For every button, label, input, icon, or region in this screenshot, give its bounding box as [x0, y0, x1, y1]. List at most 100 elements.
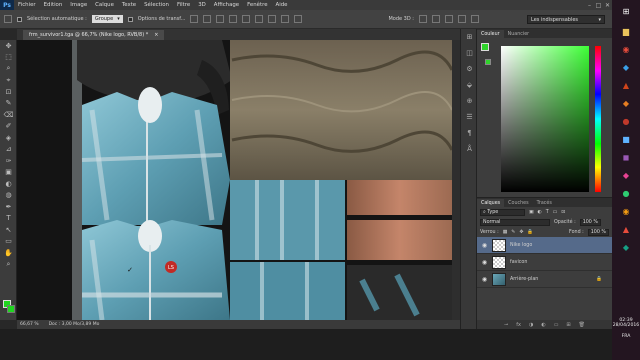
quick-select-tool-icon[interactable]: ⌖	[0, 75, 17, 87]
app-icon[interactable]: ◆	[612, 58, 640, 76]
rotate-3d-icon[interactable]	[418, 15, 427, 23]
hand-tool-icon[interactable]: ✋	[0, 247, 17, 259]
menu-fenetre[interactable]: Fenêtre	[243, 2, 271, 8]
zoom-level[interactable]: 66,67 %	[20, 322, 39, 327]
dodge-tool-icon[interactable]: ◍	[0, 190, 17, 202]
tab-couches[interactable]: Couches	[504, 199, 532, 207]
mask-icon[interactable]: ◑	[529, 322, 533, 328]
layer-name[interactable]: Nike logo	[510, 243, 532, 248]
align-top-icon[interactable]	[190, 15, 199, 23]
align-middle-icon[interactable]	[203, 15, 212, 23]
layer-comps-icon[interactable]: ◫	[461, 45, 478, 61]
align-bottom-icon[interactable]	[216, 15, 225, 23]
distribute-icon[interactable]	[281, 15, 290, 23]
filter-adjust-icon[interactable]: ◐	[538, 210, 542, 215]
close-button[interactable]: ✕	[603, 1, 612, 10]
menu-image[interactable]: Image	[66, 2, 91, 8]
opacity-input[interactable]: 100 %	[579, 218, 601, 226]
marquee-tool-icon[interactable]: ⬚	[0, 52, 17, 64]
new-layer-icon[interactable]: ⊞	[566, 322, 570, 328]
link-layers-icon[interactable]: ⊸	[504, 322, 508, 328]
history-brush-tool-icon[interactable]: ⊿	[0, 144, 17, 156]
distribute-icon[interactable]	[294, 15, 303, 23]
shape-tool-icon[interactable]: ▭	[0, 236, 17, 248]
filter-type-icon[interactable]: T	[546, 210, 549, 215]
background-color-chip[interactable]	[485, 59, 491, 65]
layer-row[interactable]: ◉ Arrière-plan 🔒	[477, 271, 612, 288]
eye-icon[interactable]: ◉	[481, 242, 488, 249]
layer-name[interactable]: favicon	[510, 260, 527, 265]
fill-input[interactable]: 100 %	[587, 228, 609, 236]
move-tool-icon[interactable]: ✥	[0, 40, 17, 52]
color-field[interactable]	[501, 46, 589, 192]
menu-aide[interactable]: Aide	[272, 2, 292, 8]
trash-icon[interactable]: 🗑	[579, 322, 585, 328]
app-icon[interactable]: ◉	[612, 202, 640, 220]
blend-mode-select[interactable]: Normal	[480, 218, 550, 226]
filter-smart-icon[interactable]: ⊡	[561, 210, 565, 215]
auto-select-checkbox[interactable]	[17, 16, 22, 22]
app-icon[interactable]: ●	[612, 184, 640, 202]
background-color-swatch[interactable]	[7, 305, 15, 313]
tab-couleur[interactable]: Couleur	[477, 30, 504, 38]
filter-pixel-icon[interactable]: ▣	[529, 210, 534, 215]
eyedropper-tool-icon[interactable]: ✎	[0, 98, 17, 110]
brush-tool-icon[interactable]: ✐	[0, 121, 17, 133]
crop-tool-icon[interactable]: ⊡	[0, 86, 17, 98]
layer-row[interactable]: ◉ favicon	[477, 254, 612, 271]
path-select-tool-icon[interactable]: ↖	[0, 224, 17, 236]
group-select[interactable]: Groupe ▾	[91, 15, 123, 23]
transform-options-checkbox[interactable]	[127, 16, 133, 22]
styles-icon[interactable]: ⊕	[461, 93, 478, 109]
language-indicator[interactable]: FRA	[612, 334, 640, 339]
app-icon[interactable]: ◼	[612, 148, 640, 166]
zoom-tool-icon[interactable]: ⌕	[0, 259, 17, 271]
photoshop-task-icon[interactable]: ■	[612, 130, 640, 148]
lock-paint-icon[interactable]: ✎	[511, 230, 515, 235]
tab-traces[interactable]: Tracés	[533, 199, 556, 207]
pan-3d-icon[interactable]	[444, 15, 453, 23]
document-tab[interactable]: frm_survivor1.tga @ 66,7% (Nike logo, RV…	[23, 30, 165, 40]
roll-3d-icon[interactable]	[431, 15, 440, 23]
foreground-color-chip[interactable]	[481, 43, 489, 51]
tab-calques[interactable]: Calques	[477, 199, 505, 207]
gradient-tool-icon[interactable]: ▣	[0, 167, 17, 179]
type-tool-icon[interactable]: T	[0, 213, 17, 225]
eye-icon[interactable]: ◉	[481, 259, 488, 266]
vertical-scrollbar[interactable]	[452, 40, 460, 320]
app-icon[interactable]: ◆	[612, 94, 640, 112]
close-icon[interactable]: ×	[154, 32, 158, 38]
browser-icon[interactable]: ◉	[612, 40, 640, 58]
lock-all-icon[interactable]: 🔒	[527, 230, 533, 235]
eraser-tool-icon[interactable]: ✑	[0, 155, 17, 167]
align-left-icon[interactable]	[229, 15, 238, 23]
menu-selection[interactable]: Sélection	[140, 2, 173, 8]
layer-filter-select[interactable]: ⌕ Type	[480, 208, 525, 216]
folder-icon[interactable]: ▭	[554, 322, 559, 328]
tab-nuancier[interactable]: Nuancier	[504, 30, 534, 38]
paragraph-icon[interactable]: ¶	[461, 125, 478, 141]
maximize-button[interactable]: □	[594, 1, 603, 10]
slide-3d-icon[interactable]	[457, 15, 466, 23]
fx-icon[interactable]: fx	[516, 322, 521, 328]
layer-row[interactable]: ◉ Nike logo	[477, 237, 612, 254]
system-clock[interactable]: 02:39 28/04/2016 FRA	[612, 318, 640, 339]
align-right-icon[interactable]	[255, 15, 264, 23]
align-center-icon[interactable]	[242, 15, 251, 23]
lasso-tool-icon[interactable]: ⌕	[0, 63, 17, 75]
scale-3d-icon[interactable]	[470, 15, 479, 23]
properties-icon[interactable]: ⚙	[461, 61, 478, 77]
app-icon[interactable]: ▲	[612, 220, 640, 238]
app-icon[interactable]: ◆	[612, 166, 640, 184]
move-tool-icon[interactable]	[4, 15, 12, 23]
photoshop-logo[interactable]: Ps	[0, 0, 14, 10]
pen-tool-icon[interactable]: ✒	[0, 201, 17, 213]
filter-shape-icon[interactable]: ▭	[553, 210, 558, 215]
menu-edition[interactable]: Edition	[40, 2, 67, 8]
eye-icon[interactable]: ◉	[481, 276, 488, 283]
blur-tool-icon[interactable]: ◐	[0, 178, 17, 190]
menu-calque[interactable]: Calque	[91, 2, 118, 8]
adjustment-layer-icon[interactable]: ◐	[541, 322, 545, 328]
menu-filtre[interactable]: Filtre	[173, 2, 194, 8]
distribute-icon[interactable]	[268, 15, 277, 23]
